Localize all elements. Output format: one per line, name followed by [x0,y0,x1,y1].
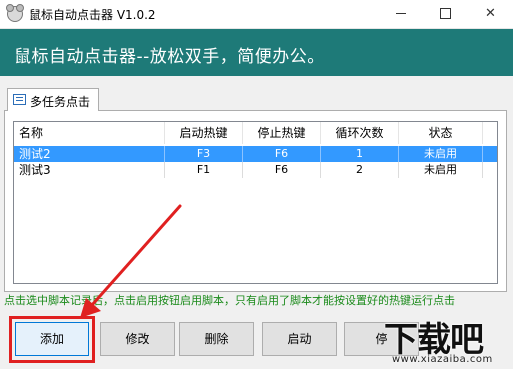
watermark-url: www.xiazaiba.com [392,354,493,365]
watermark-logo: 下载吧 www.xiazaiba.com [378,310,513,369]
